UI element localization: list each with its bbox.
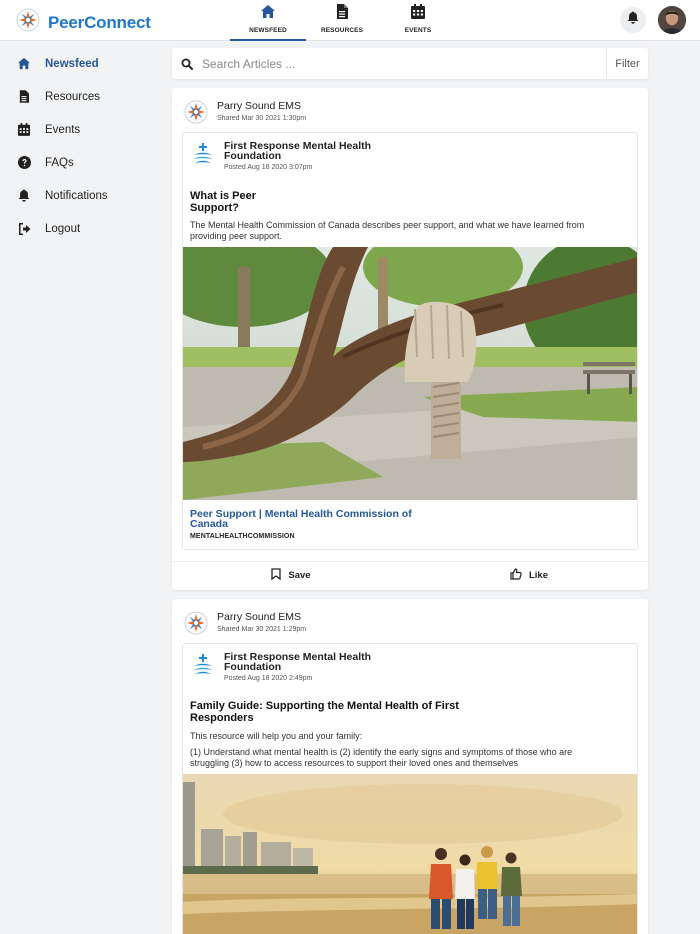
sidebar-item-label: Resources xyxy=(45,90,100,103)
sidebar-item-notifications[interactable]: Notifications xyxy=(0,179,160,212)
sidebar-item-label: Logout xyxy=(45,222,81,235)
post-card: Parry Sound EMS Shared Mar 30 2021 1:29p… xyxy=(172,599,648,934)
article-link-title[interactable]: Peer Support | Mental Health Commission … xyxy=(190,509,430,530)
sidebar-item-label: FAQs xyxy=(45,156,74,169)
post-sharer: Parry Sound EMS Shared Mar 30 2021 1:29p… xyxy=(184,611,306,640)
organization-logo-icon xyxy=(184,100,208,129)
calendar-icon xyxy=(411,4,425,24)
sidebar-item-logout[interactable]: Logout xyxy=(0,212,160,245)
tab-label: EVENTS xyxy=(404,27,432,34)
post-card: Parry Sound EMS Shared Mar 30 2021 1:30p… xyxy=(172,88,648,590)
tab-newsfeed[interactable]: NEWSFEED xyxy=(230,4,306,41)
article-description: The Mental Health Commission of Canada d… xyxy=(190,220,585,241)
post-author: First Response Mental Health Foundation … xyxy=(191,141,384,171)
user-avatar[interactable] xyxy=(658,6,686,34)
app-name: PeerConnect xyxy=(48,12,151,32)
search-bar: Filter xyxy=(172,48,648,79)
question-icon xyxy=(17,156,31,170)
brand[interactable]: PeerConnect xyxy=(16,8,151,37)
search-input[interactable] xyxy=(202,56,606,71)
tab-resources[interactable]: RESOURCES xyxy=(304,4,380,41)
like-button[interactable]: Like xyxy=(410,562,648,589)
article-title[interactable]: Family Guide: Supporting the Mental Heal… xyxy=(190,700,460,724)
filter-button[interactable]: Filter xyxy=(606,48,648,79)
home-icon xyxy=(17,57,31,71)
posted-timestamp: Posted Aug 18 2020 2:49pm xyxy=(224,675,313,682)
organization-logo-icon xyxy=(184,611,208,640)
sidebar-item-events[interactable]: Events xyxy=(0,113,160,146)
bell-icon xyxy=(627,11,639,29)
post-actions: Save Like xyxy=(172,561,648,589)
shared-article[interactable]: First Response Mental Health Foundation … xyxy=(182,643,638,934)
posted-timestamp: Posted Aug 18 2020 3:07pm xyxy=(224,164,313,171)
sidebar: Newsfeed Resources Events FAQs Notificat… xyxy=(0,41,160,245)
tab-events[interactable]: EVENTS xyxy=(380,4,456,41)
save-button[interactable]: Save xyxy=(172,562,410,589)
author-name[interactable]: First Response Mental Health Foundation xyxy=(224,652,384,673)
sharer-name[interactable]: Parry Sound EMS xyxy=(217,100,306,112)
shared-timestamp: Shared Mar 30 2021 1:29pm xyxy=(217,626,307,633)
author-name[interactable]: First Response Mental Health Foundation xyxy=(224,141,384,162)
sidebar-item-label: Notifications xyxy=(45,189,108,202)
foundation-logo-icon xyxy=(191,141,215,171)
document-icon xyxy=(17,90,31,104)
tab-label: NEWSFEED xyxy=(249,27,287,34)
calendar-icon xyxy=(17,123,31,137)
home-icon xyxy=(260,4,276,24)
post-author: First Response Mental Health Foundation … xyxy=(191,652,384,682)
article-source: MENTALHEALTHCOMMISSION xyxy=(190,533,295,540)
like-label: Like xyxy=(528,570,548,581)
document-icon xyxy=(336,4,348,24)
article-title[interactable]: What is Peer Support? xyxy=(190,190,270,214)
logout-icon xyxy=(17,222,31,236)
peerconnect-logo-icon xyxy=(16,8,40,37)
search-icon xyxy=(172,58,202,70)
article-description-intro: This resource will help you and your fam… xyxy=(190,731,363,741)
top-bar: PeerConnect NEWSFEED RESOURCES EVENTS xyxy=(0,0,700,41)
post-sharer: Parry Sound EMS Shared Mar 30 2021 1:30p… xyxy=(184,100,306,129)
shared-timestamp: Shared Mar 30 2021 1:30pm xyxy=(217,115,307,122)
shared-article[interactable]: First Response Mental Health Foundation … xyxy=(182,132,638,550)
sidebar-item-newsfeed[interactable]: Newsfeed xyxy=(0,47,160,80)
foundation-logo-icon xyxy=(191,652,215,682)
sharer-name[interactable]: Parry Sound EMS xyxy=(217,611,306,623)
notifications-button[interactable] xyxy=(620,7,646,33)
thumbs-up-icon xyxy=(510,568,522,583)
sidebar-item-resources[interactable]: Resources xyxy=(0,80,160,113)
bell-icon xyxy=(17,189,31,203)
article-image[interactable] xyxy=(183,774,637,934)
sidebar-item-label: Events xyxy=(45,123,81,136)
bookmark-icon xyxy=(271,568,282,583)
article-description: (1) Understand what mental health is (2)… xyxy=(190,747,573,768)
tab-label: RESOURCES xyxy=(320,27,364,34)
save-label: Save xyxy=(288,570,311,581)
sidebar-item-label: Newsfeed xyxy=(45,57,99,70)
article-image[interactable] xyxy=(183,247,637,500)
sidebar-item-faqs[interactable]: FAQs xyxy=(0,146,160,179)
